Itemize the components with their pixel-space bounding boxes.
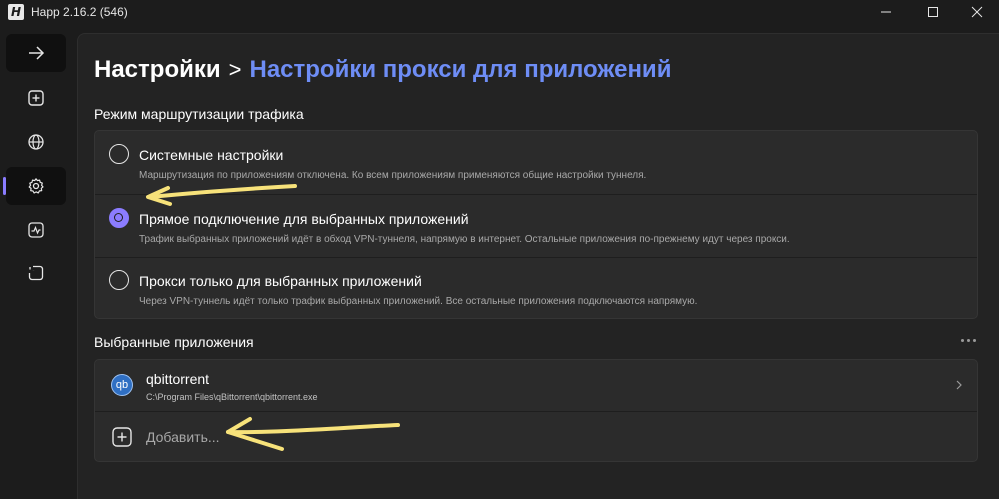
routing-option-label: Системные настройки xyxy=(139,147,284,163)
sidebar xyxy=(0,24,80,499)
minimize-icon xyxy=(881,11,891,13)
routing-option-system[interactable]: Системные настройки Маршрутизация по при… xyxy=(95,131,977,194)
app-path: C:\Program Files\qBittorrent\qbittorrent… xyxy=(146,392,318,402)
page-title: Настройки > Настройки прокси для приложе… xyxy=(94,56,671,84)
sidebar-item-add[interactable] xyxy=(6,79,66,117)
add-app-label: Добавить... xyxy=(146,429,220,445)
dot-icon xyxy=(960,338,964,342)
routing-option-label: Прокси только для выбранных приложений xyxy=(139,273,422,289)
more-options-button[interactable] xyxy=(958,332,978,348)
apps-section-title: Выбранные приложения xyxy=(94,334,254,350)
routing-option-description: Через VPN-туннель идёт только трафик выб… xyxy=(139,296,698,307)
title-bar: H Happ 2.16.2 (546) xyxy=(0,0,999,24)
close-icon xyxy=(971,6,983,18)
sidebar-item-settings[interactable] xyxy=(6,167,66,205)
dot-icon xyxy=(966,338,970,342)
routing-option-description: Маршрутизация по приложениям отключена. … xyxy=(139,170,647,181)
window-title: Happ 2.16.2 (546) xyxy=(31,5,128,19)
radio-proxy-only[interactable] xyxy=(109,270,129,290)
routing-option-direct[interactable]: Прямое подключение для выбранных приложе… xyxy=(95,194,977,257)
qbittorrent-app-icon: qb xyxy=(111,374,133,396)
breadcrumb-root[interactable]: Настройки xyxy=(94,56,221,84)
sidebar-item-stats[interactable] xyxy=(6,211,66,249)
radio-system[interactable] xyxy=(109,144,129,164)
routing-section-title: Режим маршрутизации трафика xyxy=(94,106,304,122)
bracket-icon xyxy=(28,265,44,281)
app-logo: H xyxy=(8,4,24,20)
close-button[interactable] xyxy=(954,0,999,24)
routing-mode-card: Системные настройки Маршрутизация по при… xyxy=(94,130,978,319)
breadcrumb-separator: > xyxy=(228,57,242,82)
radio-direct[interactable] xyxy=(109,208,129,228)
add-app-button[interactable]: Добавить... xyxy=(95,411,977,461)
maximize-button[interactable] xyxy=(910,0,956,24)
apps-card: qb qbittorrent C:\Program Files\qBittorr… xyxy=(94,359,978,462)
plus-square-icon xyxy=(28,90,44,106)
sidebar-item-servers[interactable] xyxy=(6,123,66,161)
plus-square-icon xyxy=(112,427,132,447)
minimize-button[interactable] xyxy=(863,0,909,24)
routing-option-description: Трафик выбранных приложений идёт в обход… xyxy=(139,234,790,245)
app-list-item[interactable]: qb qbittorrent C:\Program Files\qBittorr… xyxy=(95,360,977,411)
chevron-right-icon xyxy=(956,380,962,390)
gear-icon xyxy=(28,178,44,194)
sidebar-item-connect[interactable] xyxy=(6,34,66,72)
routing-option-proxy-only[interactable]: Прокси только для выбранных приложений Ч… xyxy=(95,257,977,318)
globe-icon xyxy=(28,134,44,150)
breadcrumb-current: Настройки прокси для приложений xyxy=(249,56,672,83)
sidebar-item-logs[interactable] xyxy=(6,254,66,292)
maximize-icon xyxy=(928,7,938,17)
app-name: qbittorrent xyxy=(146,371,210,387)
routing-option-label: Прямое подключение для выбранных приложе… xyxy=(139,211,469,227)
dot-icon xyxy=(972,338,976,342)
activity-icon xyxy=(28,222,44,238)
arrow-right-icon xyxy=(29,46,45,60)
